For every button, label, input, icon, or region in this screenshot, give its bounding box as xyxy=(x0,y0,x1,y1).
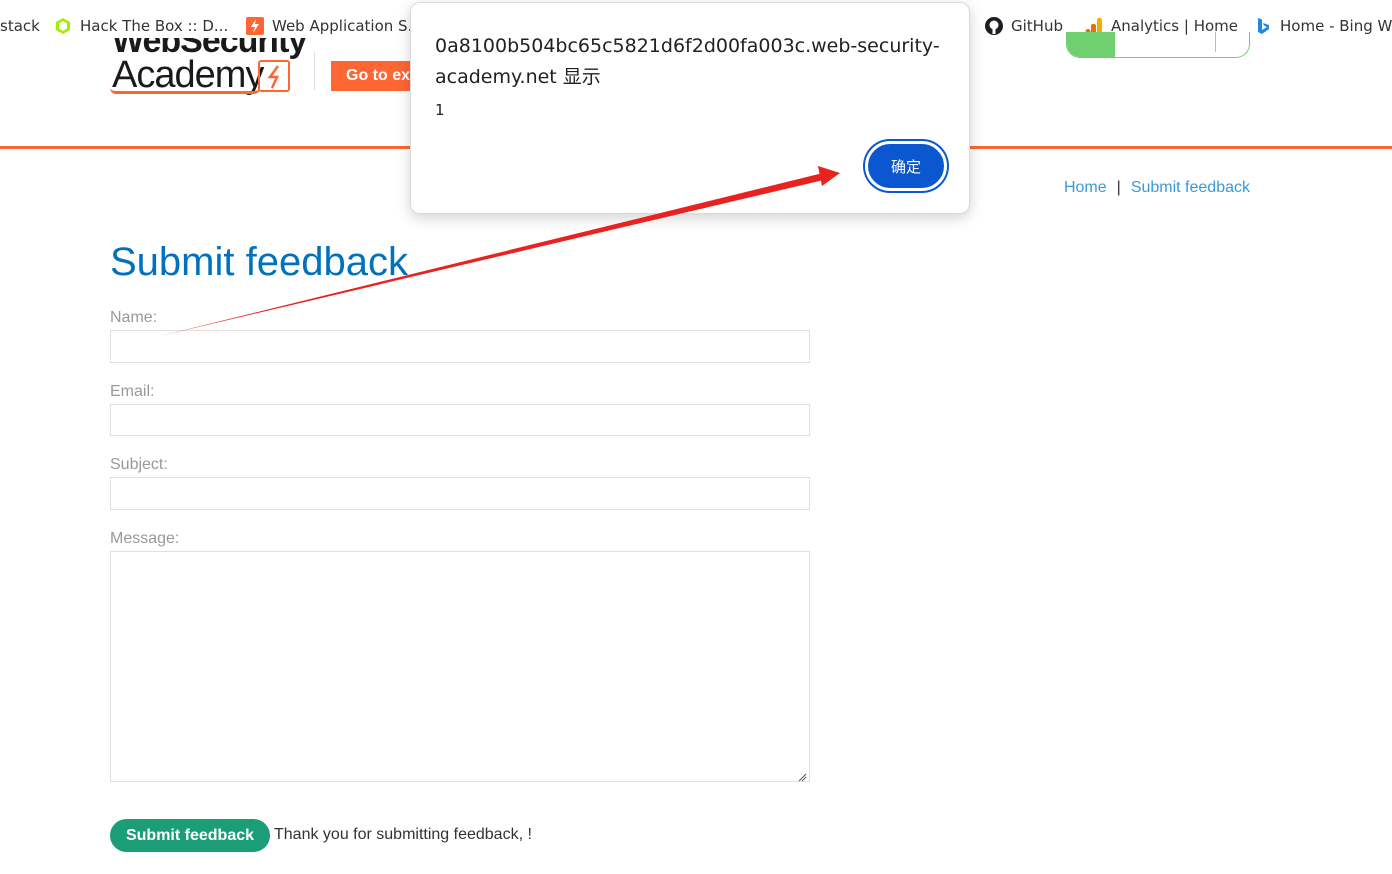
bookmark-label: Hack The Box :: D... xyxy=(80,17,229,35)
breadcrumb-home-link[interactable]: Home xyxy=(1064,179,1107,197)
bookmark-github[interactable]: GitHub xyxy=(985,14,1063,38)
bookmark-hackthebox[interactable]: Hack The Box :: D... xyxy=(54,14,228,38)
bookmark-web-application[interactable]: Web Application S... xyxy=(246,14,422,38)
alert-dialog: 0a8100b504bc65c5821d6f2d00fa003c.web-sec… xyxy=(410,2,970,214)
bookmark-label: GitHub xyxy=(1011,17,1063,35)
header-divider xyxy=(314,52,315,90)
dialog-origin-text: 0a8100b504bc65c5821d6f2d00fa003c.web-sec… xyxy=(435,35,940,88)
email-label: Email: xyxy=(110,383,155,400)
go-to-exploit-server-button[interactable]: Go to exploit server xyxy=(331,61,421,91)
breadcrumb: Home | Submit feedback xyxy=(1064,179,1250,197)
bookmark-bing[interactable]: Home - Bing W xyxy=(1254,14,1392,38)
feedback-confirmation-text: Thank you for submitting feedback, ! xyxy=(274,826,532,843)
subject-label: Subject: xyxy=(110,456,168,473)
lab-status-widget xyxy=(1066,32,1250,58)
bookmark-label: stack xyxy=(0,17,40,35)
logo-swoosh xyxy=(110,88,260,94)
message-label: Message: xyxy=(110,530,180,547)
page-title: Submit feedback xyxy=(110,240,408,284)
hackthebox-icon xyxy=(54,17,72,35)
email-input[interactable] xyxy=(110,404,810,436)
breadcrumb-submit-feedback-link[interactable]: Submit feedback xyxy=(1131,179,1250,197)
lab-status-fill xyxy=(1067,32,1115,57)
lab-status-divider xyxy=(1215,32,1229,52)
bing-icon xyxy=(1254,17,1272,35)
bookmark-stack[interactable]: stack xyxy=(0,14,40,38)
lightning-bolt-icon xyxy=(258,60,290,92)
name-input[interactable] xyxy=(110,330,810,363)
dialog-message: 1 xyxy=(435,101,445,119)
bookmark-label: Web Application S... xyxy=(272,17,422,35)
breadcrumb-separator: | xyxy=(1116,179,1121,196)
resize-grip-icon[interactable] xyxy=(797,769,807,782)
message-textarea[interactable] xyxy=(110,551,810,782)
bookmark-label: Home - Bing W xyxy=(1280,17,1392,35)
github-icon xyxy=(985,17,1003,35)
subject-input[interactable] xyxy=(110,477,810,510)
web-security-academy-logo[interactable]: WebSecurity Academy xyxy=(110,38,310,98)
name-label: Name: xyxy=(110,309,158,326)
portswigger-icon xyxy=(246,17,264,35)
dialog-ok-button[interactable]: 确定 xyxy=(865,141,947,191)
submit-feedback-button[interactable]: Submit feedback xyxy=(110,819,270,852)
